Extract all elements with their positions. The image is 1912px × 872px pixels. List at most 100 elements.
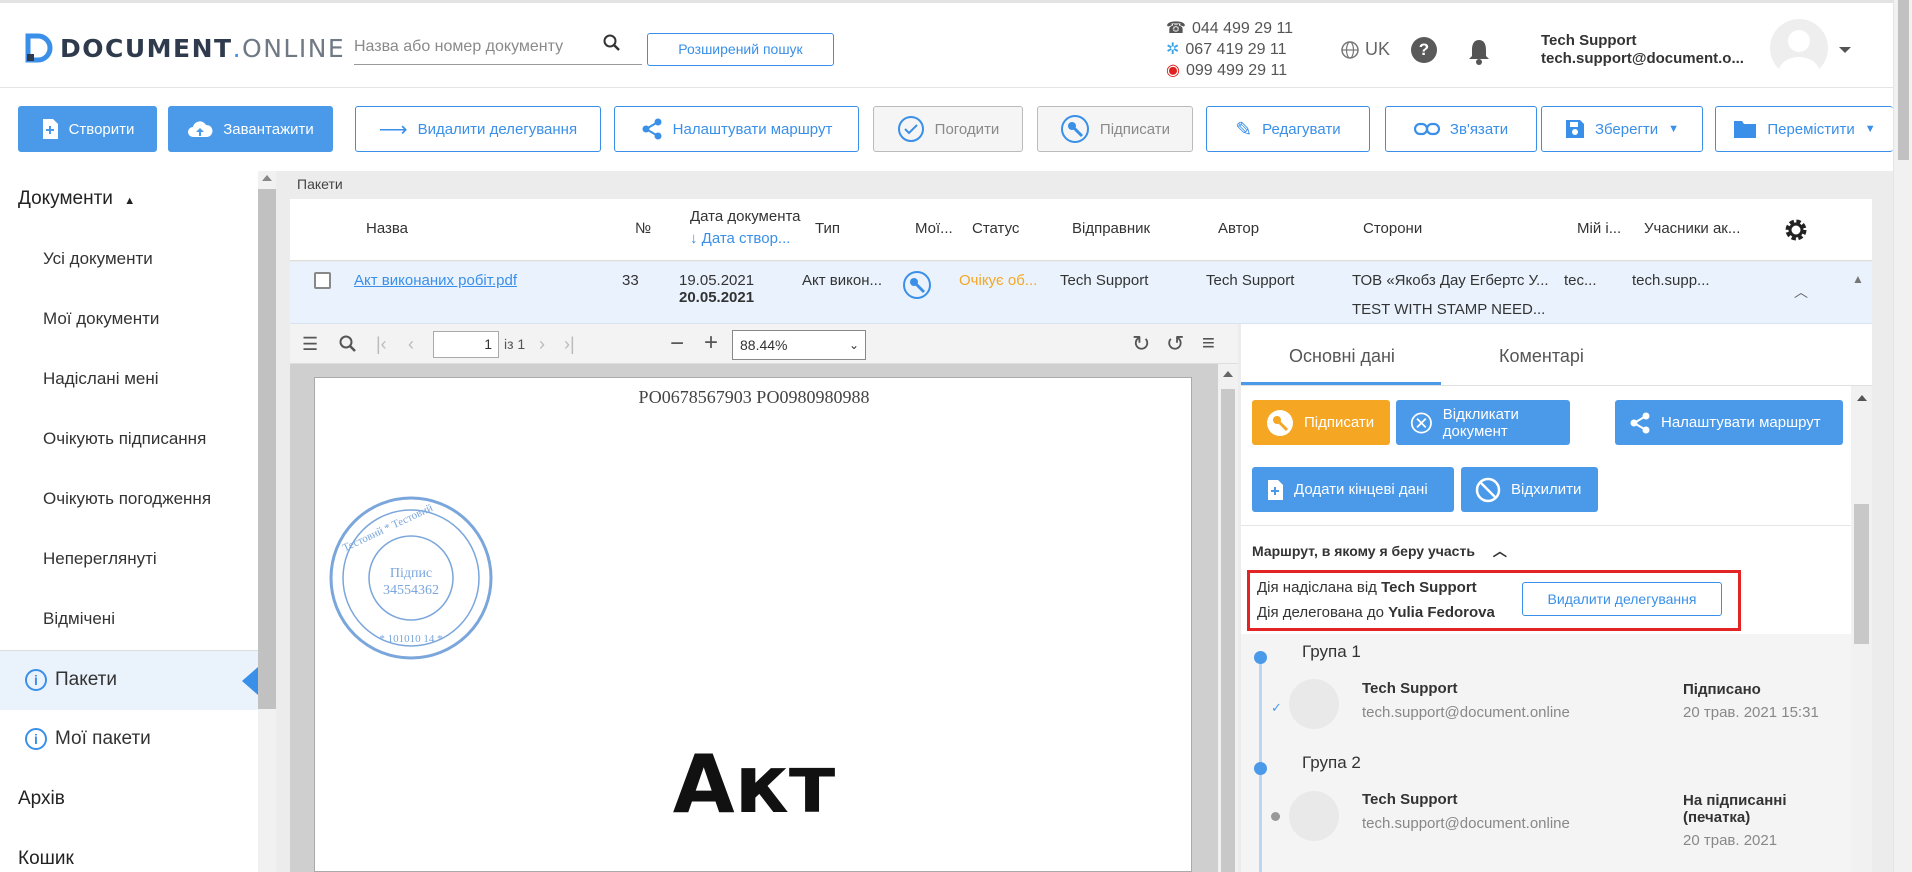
zoom-out-icon[interactable]: − [670,330,684,358]
sidebar-scrollbar[interactable] [258,171,276,872]
delegated-line: Дія делегована до Yulia Fedorova [1257,604,1495,621]
col-participants[interactable]: Учасники ак... [1644,220,1740,237]
sidebar-documents-label: Документи [18,188,113,209]
group-title: Група 2 [1302,753,1361,772]
sidebar-documents[interactable]: Документи ▲ [18,188,276,210]
scroll-up-icon[interactable] [1223,371,1233,377]
avatar[interactable] [1770,19,1828,77]
remove-delegation-button[interactable]: Видалити делегування [1522,582,1722,616]
approve-label: Погодити [934,120,1000,138]
reject-label: Відхилити [1511,481,1582,498]
sidebar-archive[interactable]: Архів [18,788,276,810]
col-name[interactable]: Назва [366,220,408,237]
approve-button[interactable]: Погодити [873,106,1023,152]
logo[interactable]: DOCUMENT.ONLINE [24,33,345,63]
chevron-up-icon[interactable]: ︿ [1794,282,1808,302]
participant-date: 20 трав. 2021 [1683,832,1778,849]
recall-label: Відкликати документ [1442,405,1519,440]
col-sender[interactable]: Відправник [1072,220,1150,237]
recall-document-button[interactable]: Відкликати документ [1396,400,1570,445]
col-my-id[interactable]: Мій і... [1577,220,1621,237]
upload-button[interactable]: Завантажити [168,106,333,152]
vodafone-icon: ◉ [1166,62,1180,79]
sign-label: Підписати [1099,120,1171,138]
route-heading[interactable]: Маршрут, в якому я беру участь ︿ [1252,541,1507,561]
tab-comments[interactable]: Коментарі [1499,346,1584,367]
cloud-upload-icon [188,121,213,137]
app-header: DOCUMENT.ONLINE Назва або номер документ… [0,0,1893,88]
search-input[interactable]: Назва або номер документу [354,29,642,65]
setup-route-label: Налаштувати маршрут [1661,414,1821,431]
table-row[interactable]: Акт виконаних робіт.pdf 33 19.05.2021 20… [290,262,1872,324]
create-button[interactable]: Створити [18,106,157,152]
add-document-icon [42,119,58,139]
rotate-ccw-icon[interactable]: ↺ [1166,331,1184,357]
sign-toolbar-button[interactable]: Підписати [1037,106,1193,152]
reject-button[interactable]: Відхилити [1461,467,1598,512]
active-indicator [242,667,258,695]
move-button[interactable]: Перемістити ▼ [1715,106,1893,152]
col-doc-date[interactable]: Дата документа [690,208,801,225]
row-name-link[interactable]: Акт виконаних робіт.pdf [354,272,517,289]
sidebar-packages-label: Пакети [55,669,118,691]
help-icon[interactable]: ? [1411,37,1437,63]
remove-delegation-toolbar-button[interactable]: ⟶ Видалити делегування [355,106,601,152]
user-info[interactable]: Tech Support tech.support@document.o... [1541,32,1744,68]
menu-icon[interactable]: ≡ [1202,330,1215,356]
sign-button[interactable]: Підписати [1252,400,1390,445]
col-number[interactable]: № [635,220,651,237]
page-number-input[interactable]: 1 [433,331,499,358]
search-placeholder: Назва або номер документу [354,38,564,55]
language-label: UK [1365,39,1391,59]
sidebar-item-my-packages[interactable]: i Мої пакети [25,728,283,750]
zoom-in-icon[interactable]: + [704,329,718,357]
viewer-scrollbar[interactable] [1218,364,1238,872]
row-status: Очікує об... [959,272,1038,289]
scroll-up-icon[interactable] [262,175,272,181]
col-mine[interactable]: Мої... [915,220,953,237]
last-page-icon[interactable]: ›| [564,334,575,355]
language-selector[interactable]: UK [1340,39,1390,60]
setup-route-label: Налаштувати маршрут [672,120,833,138]
sidebar-item-packages[interactable]: i Пакети [0,650,258,710]
participant-email: tech.support@document.online [1362,815,1570,832]
gear-icon[interactable] [1783,217,1809,243]
col-status[interactable]: Статус [972,220,1019,237]
avatar-icon [1779,30,1819,77]
arrow-right-icon: ⟶ [378,118,408,141]
search-icon[interactable] [338,334,358,354]
scroll-up-icon[interactable]: ▲ [1852,272,1864,286]
add-final-data-button[interactable]: Додати кінцеві дані [1252,467,1454,512]
setup-route-button[interactable]: Налаштувати маршрут [1615,400,1843,445]
prev-page-icon[interactable]: ‹ [408,334,414,355]
scroll-up-icon[interactable] [1857,395,1867,401]
panel-scrollbar[interactable] [1851,386,1872,872]
sidebar-trash[interactable]: Кошик [18,848,276,870]
doc-title: Акт [672,738,836,831]
row-party-1: ТОВ «Якобз Дау Егбертс У... [1352,272,1549,289]
user-menu-chevron-icon[interactable] [1839,47,1851,53]
edit-button[interactable]: ✎ Редагувати [1206,106,1370,152]
search-icon[interactable] [602,33,622,53]
details-panel: Основні дані Коментарі Підписати Відклик… [1241,324,1872,872]
link-button[interactable]: Зв'язати [1385,106,1537,152]
bell-icon[interactable] [1466,37,1492,65]
sent-by-label: Дія надіслана від [1257,579,1377,596]
advanced-search-button[interactable]: Розширений пошук [647,33,834,66]
col-parties[interactable]: Сторони [1363,220,1422,237]
col-type[interactable]: Тип [815,220,840,237]
participant-name: Tech Support [1362,680,1458,697]
rotate-cw-icon[interactable]: ↻ [1132,331,1150,357]
setup-route-toolbar-button[interactable]: Налаштувати маршрут [614,106,859,152]
next-page-icon[interactable]: › [539,334,545,355]
first-page-icon[interactable]: |‹ [376,334,387,355]
zoom-select[interactable]: 88.44% ⌄ [732,330,866,360]
save-button[interactable]: Зберегти ▼ [1541,106,1703,152]
col-author[interactable]: Автор [1218,220,1259,237]
col-created-date[interactable]: ↓ Дата створ... [690,230,790,247]
row-checkbox[interactable] [314,272,331,289]
divider [1241,525,1852,526]
tab-main-data[interactable]: Основні дані [1289,346,1395,367]
sidebar-toggle-icon[interactable]: ☰ [302,334,318,355]
page-scrollbar[interactable] [1893,0,1912,872]
